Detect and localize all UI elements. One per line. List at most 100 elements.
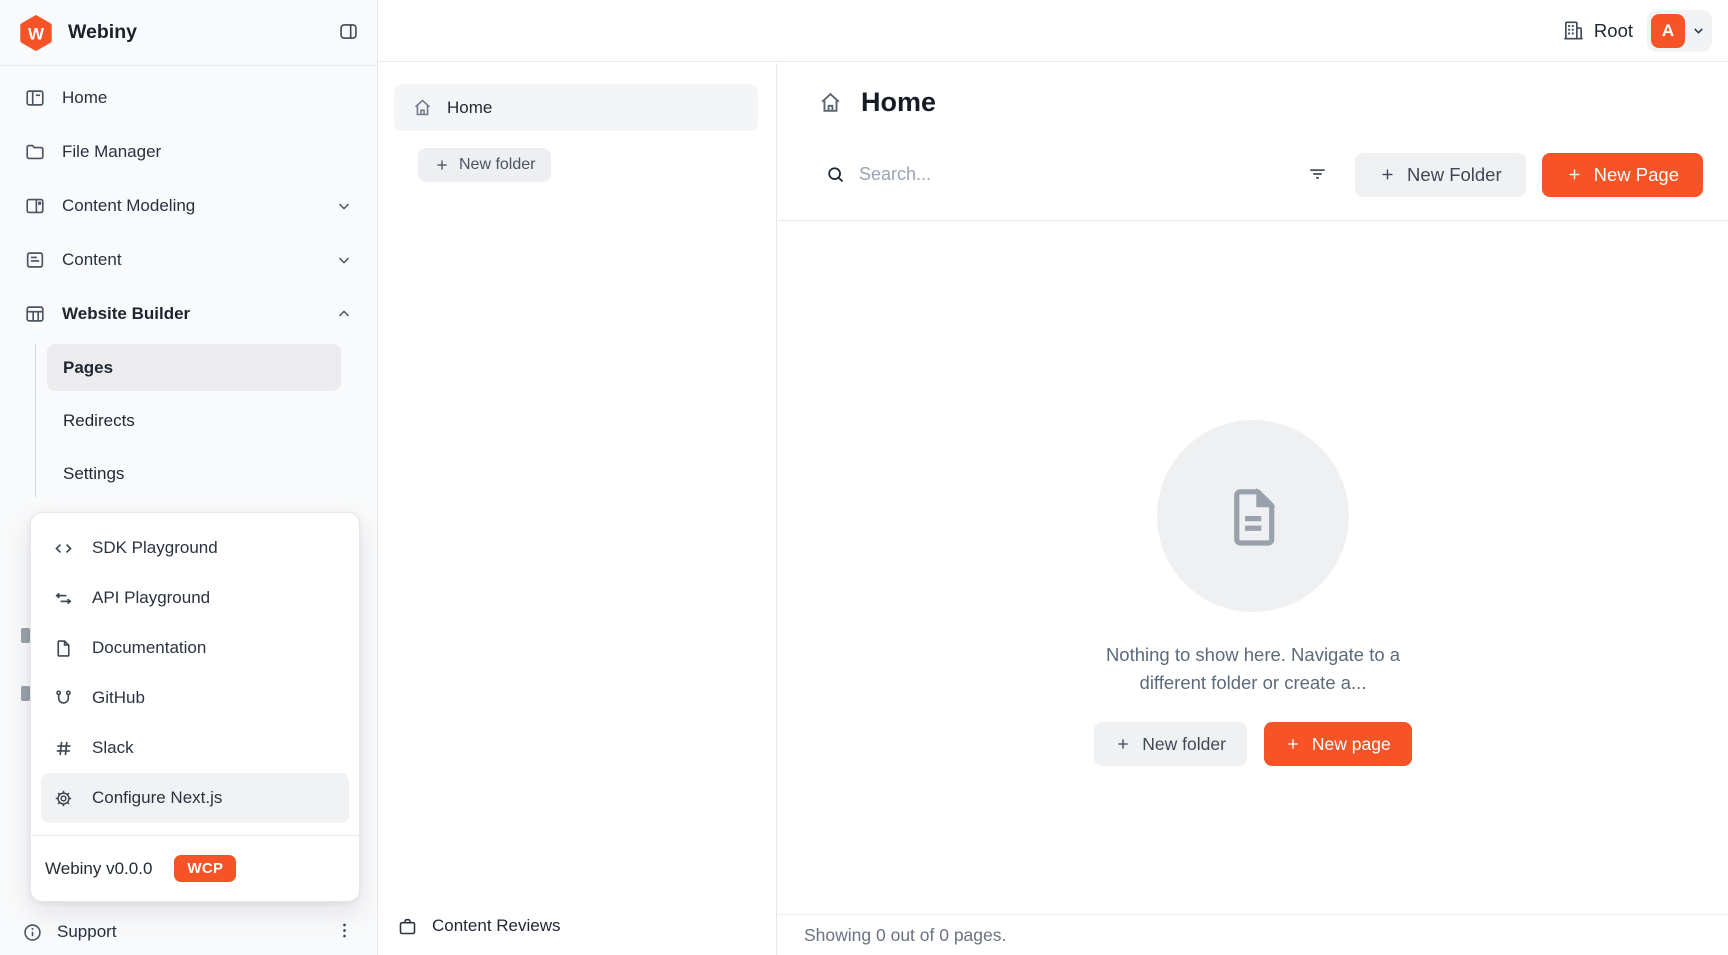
folder-icon bbox=[24, 141, 46, 163]
menu-item-slack[interactable]: Slack bbox=[41, 723, 349, 773]
new-folder-button[interactable]: New Folder bbox=[1355, 153, 1526, 197]
document-icon bbox=[53, 638, 74, 659]
sidebar-item-content-modeling[interactable]: Content Modeling bbox=[0, 179, 377, 233]
info-icon bbox=[22, 922, 43, 943]
home-icon bbox=[818, 90, 843, 115]
sidebar-subitem-settings[interactable]: Settings bbox=[47, 450, 341, 497]
filter-icon[interactable] bbox=[1306, 162, 1329, 188]
empty-new-folder-button-label: New folder bbox=[1142, 734, 1226, 755]
sidebar-item-file-manager[interactable]: File Manager bbox=[0, 125, 377, 179]
plus-icon bbox=[1379, 166, 1396, 183]
popup-footer: Webiny v0.0.0 WCP bbox=[31, 836, 359, 901]
menu-item-documentation[interactable]: Documentation bbox=[41, 623, 349, 673]
empty-new-page-button-label: New page bbox=[1312, 734, 1391, 755]
sidebar-item-label: Content bbox=[62, 250, 122, 270]
main-content: Home New Folder New Page bbox=[778, 63, 1728, 955]
empty-state-message: Nothing to show here. Navigate to a diff… bbox=[1106, 641, 1400, 697]
website-builder-icon bbox=[24, 303, 46, 325]
sidebar-subitem-label: Settings bbox=[63, 464, 124, 484]
menu-item-label: Slack bbox=[92, 738, 134, 758]
sidebar-item-support[interactable]: Support bbox=[0, 909, 376, 955]
page-header: Home bbox=[818, 87, 936, 118]
gear-icon bbox=[53, 788, 74, 809]
chevron-down-icon bbox=[335, 251, 353, 269]
dots-vertical-icon[interactable] bbox=[335, 921, 354, 943]
sidebar-subitem-label: Pages bbox=[63, 358, 113, 378]
empty-state-actions: New folder New page bbox=[1094, 722, 1411, 766]
support-label: Support bbox=[57, 922, 117, 942]
chevron-down-icon bbox=[1691, 23, 1706, 38]
obscured-icon-fragment bbox=[21, 686, 30, 701]
content-reviews-label: Content Reviews bbox=[432, 916, 561, 936]
menu-item-label: Configure Next.js bbox=[92, 788, 222, 808]
sidebar-header: W Webiny bbox=[0, 0, 377, 66]
git-icon bbox=[53, 688, 74, 709]
obscured-icon-fragment bbox=[21, 628, 30, 643]
menu-item-api-playground[interactable]: API Playground bbox=[41, 573, 349, 623]
toolbar: New Folder New Page bbox=[778, 129, 1728, 221]
sidebar-item-label: Website Builder bbox=[62, 304, 190, 324]
website-builder-submenu: Pages Redirects Settings bbox=[35, 344, 341, 497]
sidebar-subitem-pages[interactable]: Pages bbox=[47, 344, 341, 391]
empty-state-illustration bbox=[1157, 420, 1349, 612]
briefcase-icon bbox=[397, 916, 418, 937]
new-page-button-label: New Page bbox=[1594, 164, 1679, 186]
sidebar-nav: Home File Manager Content Modeling bbox=[0, 66, 377, 497]
swap-arrows-icon bbox=[53, 588, 74, 609]
empty-state-message-line1: Nothing to show here. Navigate to a bbox=[1106, 641, 1400, 669]
plus-icon bbox=[1285, 736, 1301, 752]
menu-item-label: SDK Playground bbox=[92, 538, 218, 558]
sidebar-item-home[interactable]: Home bbox=[0, 71, 377, 125]
empty-new-folder-button[interactable]: New folder bbox=[1094, 722, 1247, 766]
menu-item-sdk-playground[interactable]: SDK Playground bbox=[41, 523, 349, 573]
user-menu[interactable]: A bbox=[1647, 10, 1712, 52]
sidebar-item-label: File Manager bbox=[62, 142, 161, 162]
wcp-badge: WCP bbox=[174, 855, 236, 882]
empty-new-page-button[interactable]: New page bbox=[1264, 722, 1412, 766]
folder-tree-item-label: Home bbox=[447, 98, 492, 118]
sidebar-item-label: Home bbox=[62, 88, 107, 108]
building-icon bbox=[1562, 19, 1585, 42]
code-icon bbox=[53, 538, 74, 559]
empty-state-message-line2: different folder or create a... bbox=[1106, 669, 1400, 697]
webiny-logo-icon: W bbox=[18, 15, 54, 51]
home-icon bbox=[412, 97, 433, 118]
content-reviews-item[interactable]: Content Reviews bbox=[397, 908, 561, 944]
plus-icon bbox=[1566, 166, 1583, 183]
menu-item-configure-nextjs[interactable]: Configure Next.js bbox=[41, 773, 349, 823]
menu-item-label: Documentation bbox=[92, 638, 206, 658]
app-title: Webiny bbox=[68, 21, 137, 44]
empty-state: Nothing to show here. Navigate to a diff… bbox=[778, 420, 1728, 766]
page-title: Home bbox=[861, 87, 936, 118]
tenant-label: Root bbox=[1594, 20, 1633, 42]
content-icon bbox=[24, 249, 46, 271]
menu-item-github[interactable]: GitHub bbox=[41, 673, 349, 723]
search-input[interactable] bbox=[859, 164, 1306, 185]
document-icon bbox=[1220, 483, 1286, 549]
chevron-up-icon bbox=[335, 305, 353, 323]
version-label: Webiny v0.0.0 bbox=[45, 859, 152, 879]
new-page-button[interactable]: New Page bbox=[1542, 153, 1703, 197]
menu-item-label: GitHub bbox=[92, 688, 145, 708]
new-folder-chip-button[interactable]: New folder bbox=[418, 148, 551, 182]
sidebar-subitem-redirects[interactable]: Redirects bbox=[47, 397, 341, 444]
collapse-sidebar-icon[interactable] bbox=[338, 21, 359, 45]
sidebar-item-content[interactable]: Content bbox=[0, 233, 377, 287]
search-icon bbox=[825, 164, 846, 185]
chevron-down-icon bbox=[335, 197, 353, 215]
sidebar-item-website-builder[interactable]: Website Builder bbox=[0, 287, 377, 341]
dashboard-icon bbox=[24, 87, 46, 109]
list-footer: Showing 0 out of 0 pages. bbox=[778, 914, 1728, 955]
sidebar-item-label: Content Modeling bbox=[62, 196, 195, 216]
pagination-status: Showing 0 out of 0 pages. bbox=[804, 925, 1006, 946]
plus-icon bbox=[1115, 736, 1131, 752]
menu-item-label: API Playground bbox=[92, 588, 210, 608]
topbar: Root A bbox=[378, 0, 1728, 62]
tenant-selector[interactable]: Root bbox=[1562, 19, 1633, 42]
folder-tree-panel: Home New folder Content Reviews bbox=[378, 63, 777, 955]
svg-text:W: W bbox=[28, 24, 45, 43]
avatar: A bbox=[1651, 14, 1685, 48]
folder-tree-item-home[interactable]: Home bbox=[394, 84, 758, 131]
content-modeling-icon bbox=[24, 195, 46, 217]
plus-icon bbox=[434, 157, 450, 173]
